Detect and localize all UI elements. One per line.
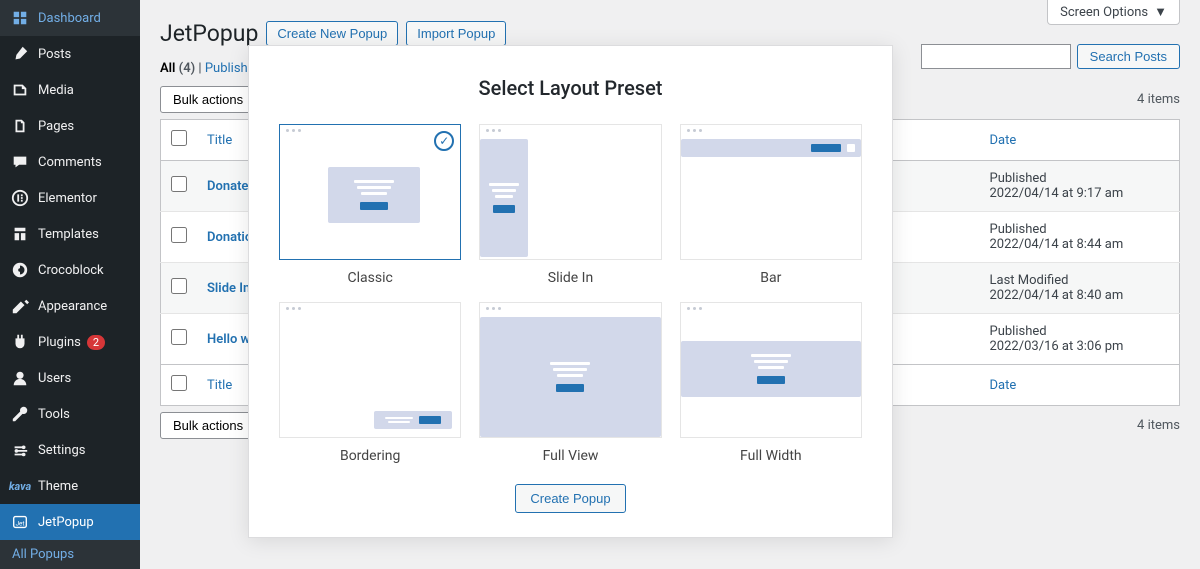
sidebar-item-dashboard[interactable]: Dashboard <box>0 0 140 36</box>
row-checkbox[interactable] <box>171 176 187 192</box>
sidebar-item-jetpopup[interactable]: Jet JetPopup <box>0 504 140 540</box>
pin-icon <box>10 44 30 64</box>
sidebar-item-templates[interactable]: Templates <box>0 216 140 252</box>
sidebar-label: Posts <box>38 47 71 62</box>
sidebar-item-theme[interactable]: kava Theme <box>0 468 140 504</box>
svg-text:Jet: Jet <box>16 520 25 528</box>
sidebar-item-posts[interactable]: Posts <box>0 36 140 72</box>
row-checkbox[interactable] <box>171 227 187 243</box>
select-all-bottom[interactable] <box>171 375 187 391</box>
sidebar-label: Users <box>38 371 71 386</box>
preset-bar[interactable]: Bar <box>680 124 862 286</box>
croco-icon <box>10 260 30 280</box>
sidebar-label: Theme <box>38 479 78 494</box>
plugins-icon <box>10 332 30 352</box>
items-count-bottom: 4 items <box>1137 418 1180 433</box>
elementor-icon <box>10 188 30 208</box>
search-input[interactable] <box>921 44 1071 69</box>
preset-slide-in[interactable]: Slide In <box>479 124 661 286</box>
dashboard-icon <box>10 8 30 28</box>
sidebar-item-comments[interactable]: Comments <box>0 144 140 180</box>
sidebar-item-media[interactable]: Media <box>0 72 140 108</box>
plugins-badge: 2 <box>87 335 105 350</box>
sidebar-item-appearance[interactable]: Appearance <box>0 288 140 324</box>
sidebar-item-pages[interactable]: Pages <box>0 108 140 144</box>
page-title: JetPopup <box>160 20 258 47</box>
kava-icon: kava <box>10 476 30 496</box>
sidebar-label: Dashboard <box>38 11 101 26</box>
preset-bordering[interactable]: Bordering <box>279 302 461 464</box>
templates-icon <box>10 224 30 244</box>
items-count-top: 4 items <box>1137 92 1180 107</box>
sidebar-item-crocoblock[interactable]: Crocoblock <box>0 252 140 288</box>
sidebar-label: Elementor <box>38 191 97 206</box>
pages-icon <box>10 116 30 136</box>
sidebar-label: Settings <box>38 443 85 458</box>
preset-full-view[interactable]: Full View <box>479 302 661 464</box>
sidebar-subitem-all-popups[interactable]: All Popups <box>0 540 140 569</box>
date-header[interactable]: Date <box>980 120 1180 161</box>
appearance-icon <box>10 296 30 316</box>
preset-full-width[interactable]: Full Width <box>680 302 862 464</box>
sidebar-label: Crocoblock <box>38 263 104 278</box>
sidebar-item-elementor[interactable]: Elementor <box>0 180 140 216</box>
chevron-down-icon: ▼ <box>1154 4 1167 20</box>
sidebar-item-tools[interactable]: Tools <box>0 396 140 432</box>
screen-options-toggle[interactable]: Screen Options ▼ <box>1047 0 1180 25</box>
sidebar-label: Tools <box>38 407 70 422</box>
row-checkbox[interactable] <box>171 278 187 294</box>
sidebar-item-settings[interactable]: Settings <box>0 432 140 468</box>
comments-icon <box>10 152 30 172</box>
sidebar-label: Pages <box>38 119 74 134</box>
admin-sidebar: Dashboard Posts Media Pages Comments Ele… <box>0 0 140 526</box>
import-popup-button[interactable]: Import Popup <box>406 21 506 46</box>
preset-classic[interactable]: ✓ Classic <box>279 124 461 286</box>
sidebar-item-users[interactable]: Users <box>0 360 140 396</box>
search-button[interactable]: Search Posts <box>1077 44 1180 69</box>
create-new-popup-button[interactable]: Create New Popup <box>266 21 398 46</box>
layout-preset-modal: Select Layout Preset ✓ Classic Slide In … <box>248 45 893 538</box>
sidebar-label: Appearance <box>38 299 107 314</box>
row-checkbox[interactable] <box>171 329 187 345</box>
sidebar-item-plugins[interactable]: Plugins 2 <box>0 324 140 360</box>
modal-title: Select Layout Preset <box>279 76 862 100</box>
sidebar-label: Comments <box>38 155 102 170</box>
tools-icon <box>10 404 30 424</box>
users-icon <box>10 368 30 388</box>
sidebar-label: Templates <box>38 227 99 242</box>
jetpopup-icon: Jet <box>10 512 30 532</box>
sidebar-label: Media <box>38 83 74 98</box>
settings-icon <box>10 440 30 460</box>
search-box: Search Posts <box>921 44 1180 69</box>
create-popup-button[interactable]: Create Popup <box>515 484 625 513</box>
date-footer[interactable]: Date <box>980 365 1180 406</box>
check-icon: ✓ <box>434 131 454 151</box>
sidebar-label: JetPopup <box>38 515 94 530</box>
sidebar-label: Plugins <box>38 335 81 350</box>
filter-all[interactable]: All (4) <box>160 61 195 76</box>
media-icon <box>10 80 30 100</box>
select-all-top[interactable] <box>171 130 187 146</box>
